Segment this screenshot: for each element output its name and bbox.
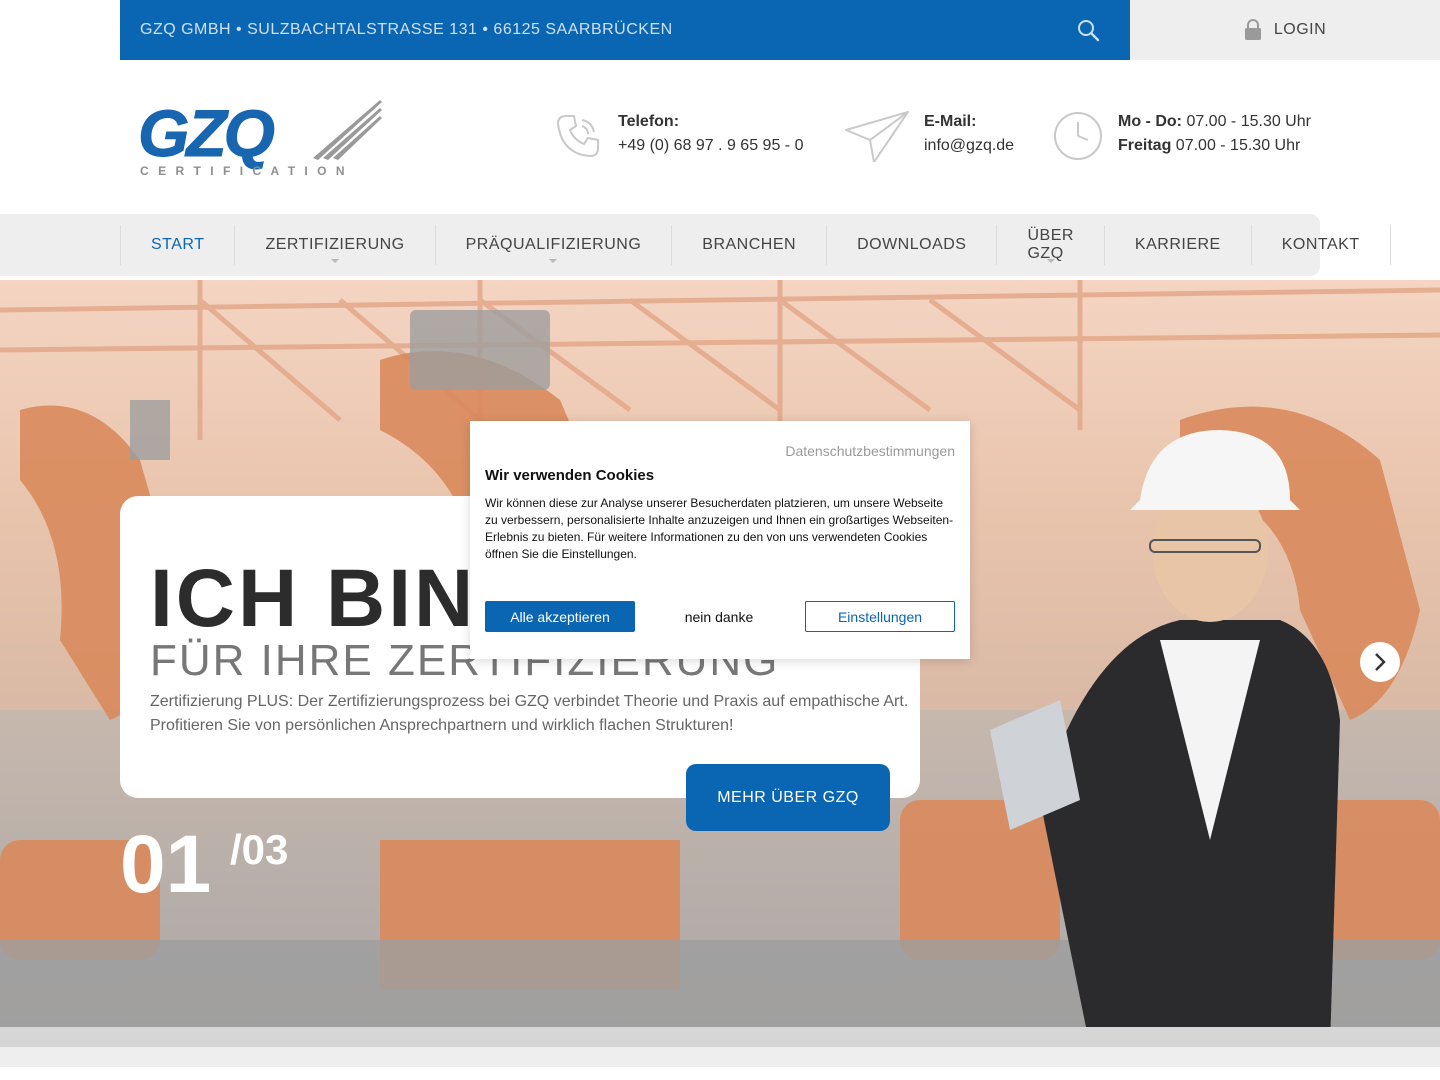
phone-icon (556, 115, 599, 158)
top-info-bar: GZQ GMBH • SULZBACHTALSTRASSE 131 • 6612… (120, 0, 1130, 60)
phone-label: Telefon: (618, 113, 680, 130)
cookie-consent-dialog: Datenschutzbestimmungen Wir verwenden Co… (470, 421, 970, 659)
paper-plane-icon (845, 111, 909, 162)
login-button[interactable]: LOGIN (1130, 0, 1440, 60)
main-navigation: START ZERTIFIZIERUNG PRÄQUALIFIZIERUNG B… (0, 214, 1391, 276)
slide-counter: 01 /03 (120, 818, 288, 912)
more-about-gzq-button[interactable]: MEHR ÜBER GZQ (686, 764, 890, 831)
nav-item-downloads[interactable]: DOWNLOADS (826, 225, 996, 265)
dropdown-caret-icon (1046, 259, 1055, 263)
page-bottom-band (0, 1047, 1440, 1067)
chevron-right-icon (1375, 653, 1386, 671)
slide-total: /03 (230, 826, 289, 873)
nav-label: ZERTIFIZIERUNG (265, 236, 405, 253)
nav-label: BRANCHEN (702, 236, 797, 253)
phone-contact: Telefon: +49 (0) 68 97 . 9 65 95 - 0 (552, 110, 803, 162)
slide-current: 01 (120, 819, 212, 910)
next-slide-button[interactable] (1360, 642, 1400, 682)
privacy-policy-link[interactable]: Datenschutzbestimmungen (785, 443, 955, 459)
dropdown-caret-icon (331, 259, 340, 263)
cookie-settings-button[interactable]: Einstellungen (805, 601, 955, 632)
lock-icon (1244, 19, 1261, 40)
nav-item-kontakt[interactable]: KONTAKT (1250, 225, 1391, 265)
nav-item-ueber-gzq[interactable]: ÜBER GZQ (996, 225, 1103, 265)
cookie-text: Wir können diese zur Analyse unserer Bes… (485, 496, 954, 561)
opening-hours: Mo - Do: 07.00 - 15.30 Uhr Freitag 07.00… (1052, 110, 1311, 162)
nav-item-karriere[interactable]: KARRIERE (1103, 225, 1251, 265)
accept-all-button[interactable]: Alle akzeptieren (485, 601, 635, 632)
nav-label: ÜBER GZQ (1027, 227, 1074, 262)
gzq-logo[interactable]: GZQ CERTIFICATION (138, 98, 382, 178)
dropdown-caret-icon (549, 259, 558, 263)
search-icon[interactable] (1076, 18, 1100, 42)
nav-label: PRÄQUALIFIZIERUNG (465, 236, 642, 253)
nav-item-branchen[interactable]: BRANCHEN (671, 225, 826, 265)
nav-label: DOWNLOADS (857, 236, 967, 253)
nav-label: KONTAKT (1281, 236, 1360, 253)
decline-button[interactable]: nein danke (645, 601, 793, 632)
company-address: GZQ GMBH • SULZBACHTALSTRASSE 131 • 6612… (140, 21, 673, 38)
nav-label: START (151, 236, 205, 253)
hours-label-friday: Freitag (1118, 137, 1172, 154)
hours-label-weekdays: Mo - Do: (1118, 113, 1182, 130)
clock-icon (1054, 112, 1102, 160)
email-contact: E-Mail: info@gzq.de (844, 110, 1014, 162)
phone-number[interactable]: +49 (0) 68 97 . 9 65 95 - 0 (618, 134, 803, 158)
nav-item-zertifizierung[interactable]: ZERTIFIZIERUNG (234, 225, 434, 265)
hours-value-friday: 07.00 - 15.30 Uhr (1175, 137, 1301, 154)
svg-text:CERTIFICATION: CERTIFICATION (140, 164, 354, 178)
hero-text: Zertifizierung PLUS: Der Zertifizierungs… (150, 693, 909, 734)
email-address[interactable]: info@gzq.de (924, 134, 1014, 158)
nav-item-start[interactable]: START (120, 225, 234, 265)
nav-item-praequalifizierung[interactable]: PRÄQUALIFIZIERUNG (434, 225, 672, 265)
nav-label: KARRIERE (1134, 236, 1221, 253)
svg-text:GZQ: GZQ (138, 98, 275, 170)
login-label: LOGIN (1273, 21, 1327, 38)
hours-value-weekdays: 07.00 - 15.30 Uhr (1186, 113, 1311, 130)
cookie-title: Wir verwenden Cookies (485, 467, 655, 484)
hero-bottom-bar (0, 1027, 1440, 1047)
email-label: E-Mail: (924, 113, 977, 130)
